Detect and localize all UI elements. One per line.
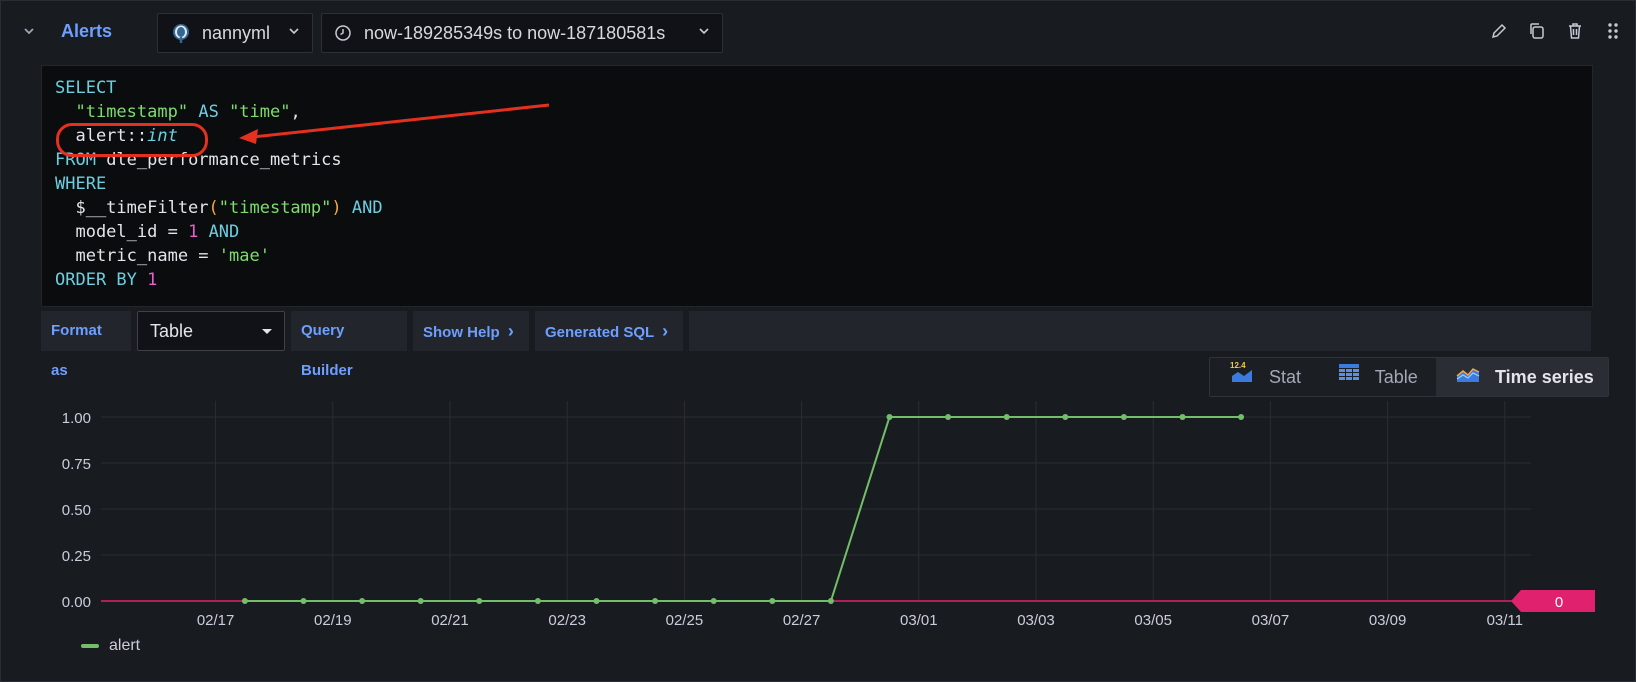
time-series-chart: 1.00 0.75 0.50 0.25 0.00 02/17 02/19 02/21 02/2… (62, 401, 1595, 629)
y-tick-label: 0.25 (62, 548, 91, 565)
x-tick-label: 03/09 (1369, 612, 1407, 629)
x-tick-label: 03/01 (900, 612, 938, 629)
data-point (1179, 414, 1186, 420)
x-tick-label: 02/25 (666, 612, 704, 629)
y-tick-label: 0.00 (62, 594, 91, 611)
data-point (476, 598, 483, 604)
data-point (534, 598, 541, 604)
query-builder-button[interactable]: Query Builder (291, 311, 407, 379)
code-token: 'mae' (218, 246, 270, 266)
format-as-select[interactable]: Table (137, 311, 285, 351)
code-token: ) (331, 198, 342, 218)
show-help-label: Show Help (423, 324, 500, 341)
data-point (710, 598, 717, 604)
caret-down-icon (262, 312, 272, 365)
x-tick-label: 02/27 (783, 612, 821, 629)
data-point (769, 598, 776, 604)
x-tick-label: 03/11 (1487, 612, 1523, 629)
format-as-value: Table (150, 321, 194, 341)
svg-text:12.4: 12.4 (1230, 361, 1246, 370)
legend-swatch (81, 644, 99, 648)
toolbar-spacer (689, 311, 1591, 351)
viz-time-series-label: Time series (1495, 367, 1594, 387)
x-tick-label: 02/19 (314, 612, 352, 629)
x-tick-label: 03/03 (1017, 612, 1055, 629)
code-token: ORDER BY (55, 270, 137, 290)
viz-stat-label: Stat (1269, 367, 1302, 387)
generated-sql-button[interactable]: Generated SQL › (535, 311, 683, 351)
data-point (827, 598, 834, 604)
data-point (1062, 414, 1069, 420)
data-point (886, 414, 893, 420)
threshold-label: 0 (1555, 594, 1563, 611)
data-point (945, 414, 952, 420)
chart-legend[interactable]: alert (81, 637, 140, 655)
data-point (1120, 414, 1127, 420)
code-token: "timestamp" (218, 198, 332, 218)
legend-label-alert: alert (109, 637, 141, 654)
format-as-label: Format as (41, 311, 131, 379)
data-point (1238, 414, 1245, 420)
chevron-right-icon: › (507, 321, 514, 341)
viz-table-label: Table (1374, 367, 1418, 387)
chevron-right-icon: › (662, 321, 669, 341)
code-line: metric_name = 'mae' (55, 244, 270, 268)
x-tick-label: 03/07 (1252, 612, 1290, 629)
code-line: model_id = 1 AND (55, 220, 239, 244)
y-tick-label: 0.75 (62, 456, 91, 473)
code-token: ( (208, 198, 219, 218)
y-tick-label: 0.50 (62, 502, 91, 519)
x-tick-label: 02/23 (548, 612, 586, 629)
code-token: model_id = (55, 222, 189, 242)
show-help-button[interactable]: Show Help › (413, 311, 529, 351)
annotation-arrow-icon (239, 103, 550, 144)
y-tick-label: 1.00 (62, 410, 91, 427)
x-tick-label: 02/17 (197, 612, 235, 629)
data-point (652, 598, 659, 604)
data-point (593, 598, 600, 604)
x-tick-label: 03/05 (1134, 612, 1172, 629)
code-line: ORDER BY 1 (55, 268, 157, 292)
threshold-marker (1511, 590, 1595, 612)
data-point (300, 598, 307, 604)
query-editor-panel: Alerts nannyml now-189285349s to now-187… (0, 0, 1636, 682)
generated-sql-label: Generated SQL (545, 324, 654, 341)
x-tick-label: 02/21 (431, 612, 469, 629)
query-toolbar: Format as Table Query Builder Show Help … (41, 311, 1591, 379)
data-point (417, 598, 424, 604)
code-token: $__timeFilter (55, 198, 209, 218)
code-token: AND (208, 222, 240, 242)
code-token: AND (351, 198, 383, 218)
code-token: metric_name = (55, 246, 219, 266)
data-point (359, 598, 366, 604)
data-point (1003, 414, 1010, 420)
code-token: 1 (188, 222, 199, 242)
data-point (241, 598, 248, 604)
code-token: 1 (147, 270, 158, 290)
